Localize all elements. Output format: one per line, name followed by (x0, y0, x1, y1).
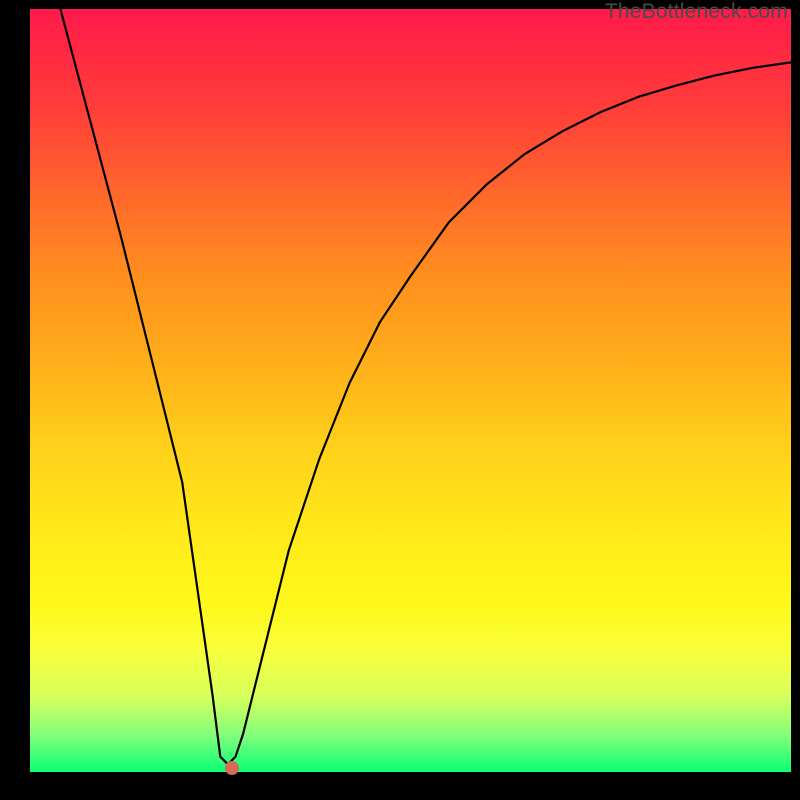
bottleneck-curve (30, 9, 791, 772)
optimal-point-marker (225, 761, 239, 775)
watermark-text: TheBottleneck.com (605, 0, 788, 24)
